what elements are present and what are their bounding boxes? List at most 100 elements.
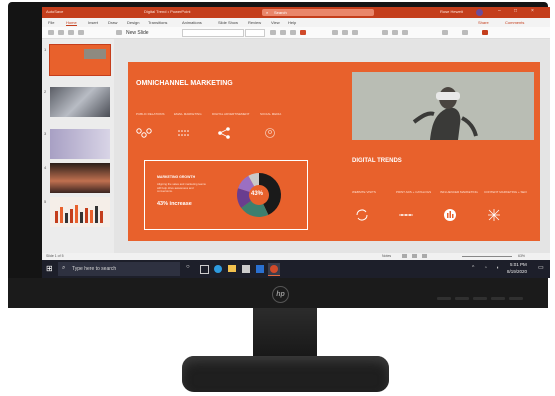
volume-icon[interactable]: ◖ — [496, 265, 499, 271]
comments-button[interactable]: Comments — [505, 20, 524, 25]
search-placeholder: Search — [274, 10, 287, 15]
powerpoint-icon — [270, 265, 278, 273]
font-select[interactable] — [182, 29, 244, 37]
autosave-toggle[interactable]: AutoSave — [46, 9, 63, 14]
notes-button[interactable]: Notes — [382, 254, 391, 258]
align-icon[interactable] — [352, 30, 358, 35]
underline-icon[interactable] — [290, 30, 296, 35]
menu-item[interactable]: Design — [127, 20, 139, 25]
sorter-view-icon[interactable] — [412, 254, 417, 258]
slide-thumbnail[interactable] — [50, 163, 110, 193]
clock-time[interactable]: 5:01 PM — [510, 262, 527, 267]
slide-counter: Slide 1 of 5 — [46, 254, 64, 258]
clock-date[interactable]: 8/19/2020 — [507, 269, 527, 274]
hardware-button[interactable] — [437, 297, 451, 300]
thumbnail-image — [84, 49, 106, 59]
taskbar-search-input[interactable]: ⌕ Type here to search — [58, 262, 180, 276]
hardware-button[interactable] — [473, 297, 487, 300]
find-icon[interactable] — [442, 30, 448, 35]
slide[interactable]: OMNICHANNEL MARKETING PUBLIC RELATIONS E… — [128, 62, 540, 241]
menu-item[interactable]: Transitions — [148, 20, 167, 25]
hero-image — [352, 72, 534, 140]
screen: AutoSave Digital Trend • PowerPoint ⌕ Se… — [42, 7, 550, 278]
menu-item[interactable]: Draw — [108, 20, 117, 25]
wifi-icon[interactable]: ◔ — [484, 265, 487, 271]
network-icon — [136, 128, 152, 138]
dictate-icon[interactable] — [462, 30, 468, 35]
hardware-button[interactable] — [455, 297, 469, 300]
trend-label: WEBSITE VISITS — [352, 190, 376, 194]
trend-label: CONTENT MARKETING + SEO — [484, 190, 527, 194]
copy-icon[interactable] — [78, 30, 84, 35]
donut-center-label: 43% — [251, 191, 264, 197]
search-icon: ⌕ — [62, 265, 66, 271]
menu-item[interactable]: Insert — [88, 20, 98, 25]
thumbnail-chart — [55, 205, 103, 223]
cut-icon[interactable] — [68, 30, 74, 35]
channel-item: DIGITAL ADVERTISEMENT — [212, 102, 249, 120]
people-icon — [265, 128, 275, 138]
share-button[interactable]: Share — [478, 20, 489, 25]
bold-icon[interactable] — [270, 30, 276, 35]
taskbar: ⊞ ⌕ Type here to search ○ ^ ◔ ◖ 5:01 PM … — [42, 260, 550, 278]
font-size-select[interactable] — [245, 29, 265, 37]
task-switcher-icon[interactable] — [200, 265, 209, 274]
slide-thumbnail[interactable] — [50, 197, 110, 227]
slide-thumbnail[interactable] — [50, 129, 110, 159]
italic-icon[interactable] — [280, 30, 286, 35]
menu-item[interactable]: File — [48, 20, 54, 25]
hardware-button[interactable] — [491, 297, 505, 300]
reading-view-icon[interactable] — [422, 254, 427, 258]
menu-item[interactable]: View — [271, 20, 280, 25]
slide-title: OMNICHANNEL MARKETING — [136, 80, 233, 87]
search-input[interactable]: ⌕ Search — [262, 9, 374, 16]
numbering-icon[interactable] — [342, 30, 348, 35]
power-button[interactable] — [509, 297, 523, 300]
new-slide-button[interactable]: New Slide — [126, 30, 149, 36]
user-name[interactable]: Rose Hewett — [440, 9, 463, 14]
thumbnail-number: 4 — [44, 165, 47, 170]
growth-increase: 43% increase — [157, 201, 192, 207]
zoom-slider[interactable] — [462, 256, 512, 257]
channel-item: EMAIL MARKETING — [174, 102, 202, 120]
close-icon[interactable]: × — [531, 8, 534, 14]
channel-item: SOCIAL MEDIA — [260, 102, 281, 120]
menu-item[interactable]: Review — [248, 20, 261, 25]
windows-start-icon[interactable]: ⊞ — [46, 264, 53, 273]
channel-label: DIGITAL ADVERTISEMENT — [212, 112, 250, 116]
undo-icon[interactable] — [48, 30, 54, 35]
avatar[interactable] — [476, 9, 483, 16]
mail-icon[interactable] — [256, 265, 264, 273]
font-color-icon[interactable] — [300, 30, 306, 35]
file-explorer-icon[interactable] — [228, 265, 236, 272]
chevron-up-icon[interactable]: ^ — [472, 265, 474, 271]
trend-item: PRINT ADS + CATALOGS — [396, 180, 431, 198]
minimize-icon[interactable]: – — [498, 8, 501, 14]
normal-view-icon[interactable] — [402, 254, 407, 258]
powerpoint-taskbar-button[interactable] — [268, 263, 280, 276]
zoom-level[interactable]: 63% — [518, 254, 525, 258]
shape-fill-icon[interactable] — [402, 30, 408, 35]
menu-item[interactable]: Home — [66, 20, 77, 26]
slide-thumbnail[interactable] — [49, 44, 111, 76]
maximize-icon[interactable]: □ — [514, 8, 517, 14]
new-slide-icon[interactable] — [116, 30, 122, 35]
menu-item[interactable]: Slide Show — [218, 20, 238, 25]
store-icon[interactable] — [242, 265, 250, 273]
shapes-icon[interactable] — [382, 30, 388, 35]
edge-browser-icon[interactable] — [214, 265, 222, 273]
bullets-icon[interactable] — [332, 30, 338, 35]
designer-icon[interactable] — [482, 30, 488, 35]
thumbnail-pane: 1 2 3 4 5 — [42, 39, 114, 253]
menu-item[interactable]: Help — [288, 20, 296, 25]
task-view-icon[interactable]: ○ — [186, 264, 190, 270]
trend-label: INFLUENCER MARKETING — [440, 190, 478, 194]
menu-item[interactable]: Animations — [182, 20, 202, 25]
arrange-icon[interactable] — [392, 30, 398, 35]
paste-icon[interactable] — [58, 30, 64, 35]
slide-thumbnail[interactable] — [50, 87, 110, 117]
notification-icon[interactable]: ▭ — [538, 264, 544, 271]
share-icon — [218, 127, 230, 139]
vr-headset-image — [412, 87, 478, 140]
trend-item: CONTENT MARKETING + SEO — [484, 180, 527, 198]
